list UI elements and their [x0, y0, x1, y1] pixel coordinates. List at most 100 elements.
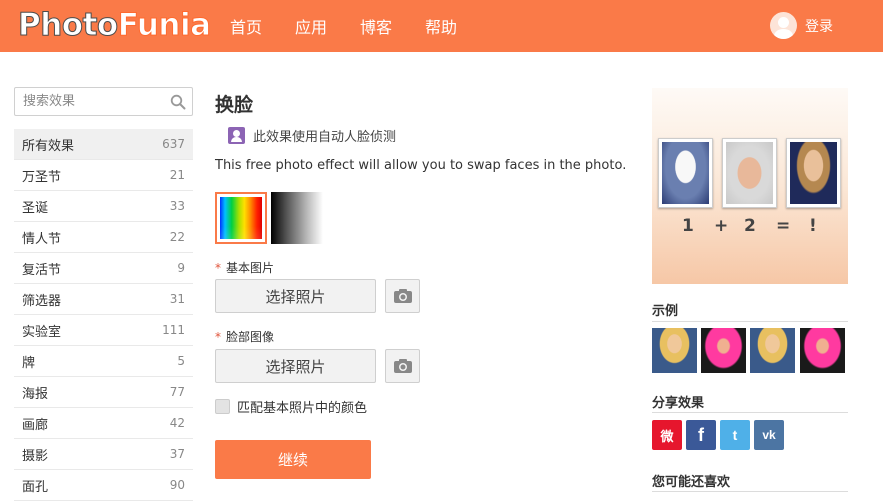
category-galleries[interactable]: 画廊 42 — [14, 408, 193, 439]
preview-photo-face — [722, 138, 777, 208]
preview-photo-base — [658, 138, 713, 208]
equation-result: ! — [809, 216, 817, 236]
choose-base-photo-button[interactable]: 选择照片 — [215, 279, 376, 313]
category-posters[interactable]: 海报 77 — [14, 377, 193, 408]
share-title: 分享效果 — [652, 396, 705, 411]
vk-share-button[interactable]: vk — [754, 420, 784, 450]
search-icon[interactable] — [170, 94, 186, 110]
nav-blog[interactable]: 博客 — [360, 14, 392, 38]
category-cards[interactable]: 牌5 — [14, 346, 193, 377]
face-detection-note: 此效果使用自动人脸侦测 — [228, 126, 396, 145]
facebook-icon: f — [698, 424, 704, 445]
face-image-label-text: 脸部图像 — [226, 330, 275, 344]
category-name: 所有效果 — [22, 138, 75, 154]
divider — [652, 412, 848, 413]
category-name: 海报 — [22, 386, 49, 402]
category-name: 实验室 — [22, 324, 62, 340]
face-detection-text: 此效果使用自动人脸侦测 — [253, 130, 397, 145]
category-valentines[interactable]: 情人节 22 — [14, 222, 193, 253]
color-style-swatch[interactable] — [215, 192, 267, 244]
category-name: 圣诞 — [22, 200, 49, 216]
base-image-label: * 基本图片 — [215, 259, 274, 276]
category-count: 37 — [169, 447, 185, 461]
bw-style-swatch[interactable] — [271, 192, 323, 244]
category-count: 77 — [169, 385, 185, 399]
nav-help[interactable]: 帮助 — [425, 14, 457, 38]
user-avatar-icon — [770, 12, 797, 39]
weibo-icon: 微 — [660, 428, 674, 444]
divider — [652, 321, 848, 322]
category-count: 42 — [169, 416, 185, 430]
category-filters[interactable]: 筛选器 31 — [14, 284, 193, 315]
face-camera-button[interactable] — [385, 349, 420, 383]
main-nav: 首页 应用 博客 帮助 — [230, 0, 490, 52]
choose-face-photo-button[interactable]: 选择照片 — [215, 349, 376, 383]
top-header: PhotoFunia 首页 应用 博客 帮助 登录 — [0, 0, 883, 52]
effect-description: This free photo effect will allow you to… — [215, 158, 627, 173]
match-colors-option: 匹配基本照片中的颜色 — [215, 397, 367, 416]
facebook-share-button[interactable]: f — [686, 420, 716, 450]
face-detection-icon — [228, 127, 245, 144]
required-marker: * — [215, 330, 221, 344]
logo-text-funia: Funia — [117, 7, 211, 44]
equation-equals: = — [776, 216, 791, 236]
base-image-label-text: 基本图片 — [226, 261, 275, 275]
nav-apps[interactable]: 应用 — [295, 14, 327, 38]
twitter-icon: t — [732, 427, 738, 443]
vk-icon: vk — [762, 428, 776, 442]
divider — [652, 491, 848, 492]
effect-preview-image: 1 + 2 = ! — [652, 88, 848, 284]
page-title: 换脸 — [215, 94, 254, 116]
twitter-share-button[interactable]: t — [720, 420, 750, 450]
logo-text-photo: Photo — [18, 7, 119, 44]
category-halloween[interactable]: 万圣节 21 — [14, 160, 193, 191]
category-photography[interactable]: 摄影 37 — [14, 439, 193, 470]
category-name: 情人节 — [22, 231, 62, 247]
nav-home[interactable]: 首页 — [230, 14, 262, 38]
match-colors-label: 匹配基本照片中的颜色 — [237, 401, 368, 416]
color-swatch-fill — [220, 197, 262, 239]
required-marker: * — [215, 261, 221, 275]
category-count: 21 — [169, 168, 185, 182]
category-count: 5 — [177, 354, 185, 368]
category-all[interactable]: 所有效果 637 — [14, 129, 193, 160]
camera-icon — [393, 359, 412, 373]
category-count: 31 — [169, 292, 185, 306]
category-name: 复活节 — [22, 262, 62, 278]
camera-icon — [393, 289, 412, 303]
example-thumbnail[interactable] — [750, 328, 795, 373]
you-may-also-like-title: 您可能还喜欢 — [652, 475, 731, 490]
base-camera-button[interactable] — [385, 279, 420, 313]
category-christmas[interactable]: 圣诞 33 — [14, 191, 193, 222]
equation-plus: + — [714, 216, 729, 236]
category-count: 637 — [162, 137, 185, 151]
category-name: 筛选器 — [22, 293, 62, 309]
example-thumbnail[interactable] — [652, 328, 697, 373]
category-name: 万圣节 — [22, 169, 62, 185]
login-label: 登录 — [805, 18, 833, 35]
example-thumbnail[interactable] — [800, 328, 845, 373]
category-easter[interactable]: 复活节 9 — [14, 253, 193, 284]
login-button[interactable]: 登录 — [770, 12, 833, 39]
photofunia-logo[interactable]: PhotoFunia — [18, 7, 212, 44]
category-name: 牌 — [22, 355, 36, 371]
category-count: 111 — [162, 323, 185, 337]
category-name: 画廊 — [22, 417, 49, 433]
category-count: 9 — [177, 261, 185, 275]
example-thumbnail[interactable] — [701, 328, 746, 373]
category-count: 90 — [169, 478, 185, 492]
category-count: 33 — [169, 199, 185, 213]
equation-two: 2 — [744, 216, 756, 236]
weibo-share-button[interactable]: 微 — [652, 420, 682, 450]
match-colors-checkbox[interactable] — [215, 399, 230, 414]
category-list: 所有效果 637 万圣节 21 圣诞 33 情人节 22 复活节 9 筛选器 31 实验室 1… — [14, 129, 193, 501]
category-lab[interactable]: 实验室 111 — [14, 315, 193, 346]
preview-photo-result — [786, 138, 841, 208]
category-faces[interactable]: 面孔 90 — [14, 470, 193, 501]
continue-button[interactable]: 继续 — [215, 440, 371, 479]
category-count: 22 — [169, 230, 185, 244]
search-input[interactable] — [15, 88, 165, 115]
category-name: 面孔 — [22, 479, 49, 495]
effects-search — [14, 87, 193, 116]
equation-one: 1 — [682, 216, 694, 236]
